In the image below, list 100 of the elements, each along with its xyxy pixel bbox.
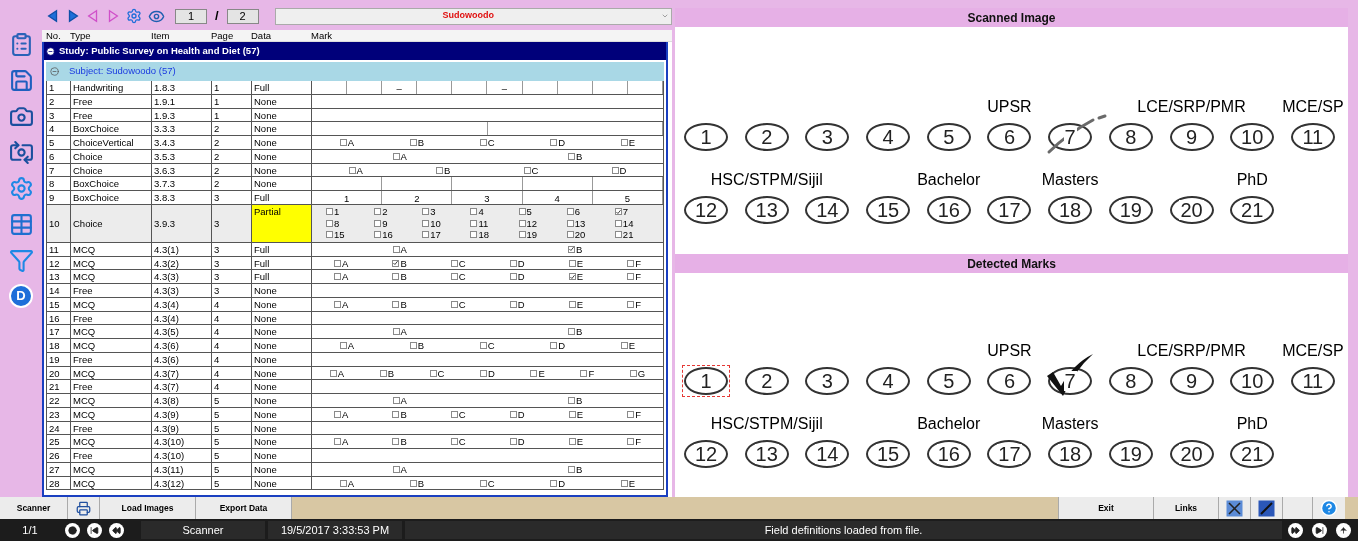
- eject-icon[interactable]: [1336, 522, 1351, 538]
- checkbox[interactable]: [392, 397, 400, 404]
- checkbox[interactable]: [627, 410, 635, 418]
- checkbox[interactable]: [518, 231, 526, 239]
- filter-icon[interactable]: [8, 248, 34, 273]
- fast-forward-icon[interactable]: [1288, 522, 1303, 538]
- skip-forward-icon[interactable]: [1312, 522, 1327, 538]
- checkbox[interactable]: [326, 231, 333, 239]
- previous-icon[interactable]: [46, 8, 60, 24]
- checkbox[interactable]: [392, 410, 400, 418]
- table-row[interactable]: 10 Choice 3.9.3 3 Partial 1 2 3 4 5 6 7 8 9 10 11 12 13 14 15 16 17 18 19 20 21: [46, 204, 664, 243]
- checkbox[interactable]: [326, 219, 333, 227]
- checkbox[interactable]: [568, 300, 576, 308]
- checkbox[interactable]: [450, 410, 458, 418]
- checkbox[interactable]: [530, 369, 538, 377]
- checkbox[interactable]: [334, 410, 342, 418]
- checkbox[interactable]: [392, 438, 400, 446]
- checkbox[interactable]: [568, 465, 576, 473]
- checkbox[interactable]: [329, 369, 337, 377]
- checkbox[interactable]: [627, 300, 635, 308]
- checkbox[interactable]: [339, 342, 347, 349]
- checkbox[interactable]: [614, 219, 622, 227]
- settings-icon[interactable]: [8, 176, 34, 201]
- checkbox[interactable]: [509, 259, 517, 267]
- checkbox[interactable]: [339, 479, 347, 487]
- checkbox[interactable]: [627, 259, 635, 267]
- tool-button[interactable]: [1250, 497, 1282, 519]
- checkbox[interactable]: [523, 166, 531, 174]
- subject-dropdown[interactable]: Sudowoodo: [274, 7, 672, 25]
- checkbox[interactable]: [436, 166, 444, 174]
- checkbox[interactable]: [479, 139, 487, 146]
- checkbox[interactable]: [568, 259, 576, 267]
- checkbox[interactable]: [620, 139, 628, 146]
- checkbox[interactable]: [374, 231, 382, 239]
- checkbox[interactable]: [550, 342, 558, 349]
- camera-icon[interactable]: [8, 104, 34, 129]
- checkbox[interactable]: [611, 166, 619, 174]
- record-icon[interactable]: [65, 522, 80, 538]
- checkbox[interactable]: [326, 208, 333, 216]
- checkbox[interactable]: [509, 300, 517, 308]
- checkbox[interactable]: [479, 342, 487, 349]
- checkbox[interactable]: [348, 166, 356, 174]
- checkbox[interactable]: [614, 208, 622, 216]
- column-header[interactable]: Page: [209, 30, 249, 42]
- table-icon[interactable]: [8, 212, 34, 237]
- checkbox[interactable]: [392, 259, 400, 267]
- checkbox[interactable]: [334, 438, 342, 446]
- table-row[interactable]: 8 BoxChoice 3.7.3 2 None: [46, 177, 664, 191]
- checkbox[interactable]: [450, 273, 458, 281]
- table-row[interactable]: 1 Handwriting 1.8.3 1 Full – –: [46, 81, 664, 95]
- checkbox[interactable]: [334, 259, 342, 267]
- checkbox[interactable]: [450, 438, 458, 446]
- checkbox[interactable]: [509, 438, 517, 446]
- checkbox[interactable]: [479, 479, 487, 487]
- help-button[interactable]: [1312, 497, 1345, 519]
- next-outline-icon[interactable]: [106, 8, 120, 24]
- checkbox[interactable]: [620, 342, 628, 349]
- table-row[interactable]: 21 Free 4.3(7) 4 None: [46, 380, 664, 394]
- checkbox[interactable]: [470, 231, 478, 239]
- checkbox[interactable]: [392, 328, 400, 336]
- checkbox[interactable]: [627, 438, 635, 446]
- checkbox[interactable]: [392, 245, 400, 253]
- table-row[interactable]: 13 MCQ 4.3(3) 3 Full A B C D E F: [46, 270, 664, 284]
- collapse-icon[interactable]: [46, 46, 55, 56]
- checkbox[interactable]: [550, 139, 558, 146]
- previous-outline-icon[interactable]: [86, 8, 100, 24]
- checkbox[interactable]: [566, 208, 574, 216]
- table-row[interactable]: 18 MCQ 4.3(6) 4 None A B C D E: [46, 339, 664, 353]
- checkbox[interactable]: [509, 410, 517, 418]
- column-header[interactable]: Type: [68, 30, 149, 42]
- checkbox[interactable]: [409, 139, 417, 146]
- subject-header[interactable]: Subject: Sudowoodo (57): [46, 62, 664, 81]
- checkbox[interactable]: [334, 300, 342, 308]
- checkbox[interactable]: [392, 152, 400, 160]
- save-icon[interactable]: [8, 68, 34, 93]
- checkbox[interactable]: [568, 397, 576, 404]
- toolbar-button[interactable]: Scanner: [0, 497, 68, 519]
- table-row[interactable]: 14 Free 4.3(3) 3 None: [46, 284, 664, 298]
- table-row[interactable]: 5 ChoiceVertical 3.4.3 2 None A B C D E: [46, 136, 664, 150]
- checkbox[interactable]: [374, 219, 382, 227]
- toolbar-button[interactable]: Export Data: [196, 497, 292, 519]
- column-header[interactable]: Mark: [309, 30, 666, 42]
- checkbox[interactable]: [339, 139, 347, 146]
- switch-camera-icon[interactable]: [8, 140, 34, 165]
- table-row[interactable]: 22 MCQ 4.3(8) 5 None A B: [46, 394, 664, 408]
- checkbox[interactable]: [422, 208, 430, 216]
- checkbox[interactable]: [580, 369, 588, 377]
- tool-button[interactable]: [1218, 497, 1250, 519]
- checkbox[interactable]: [470, 219, 478, 227]
- checkbox[interactable]: [518, 219, 526, 227]
- table-row[interactable]: 26 Free 4.3(10) 5 None: [46, 449, 664, 463]
- checkbox[interactable]: [568, 410, 576, 418]
- checkbox[interactable]: [568, 273, 576, 281]
- column-header[interactable]: No.: [44, 30, 68, 42]
- checkbox[interactable]: [566, 231, 574, 239]
- checkbox[interactable]: [470, 208, 478, 216]
- table-row[interactable]: 17 MCQ 4.3(5) 4 None A B: [46, 325, 664, 339]
- checkbox[interactable]: [334, 273, 342, 281]
- table-row[interactable]: 9 BoxChoice 3.8.3 3 Full 1 2 3 4 5: [46, 191, 664, 205]
- checkbox[interactable]: [409, 342, 417, 349]
